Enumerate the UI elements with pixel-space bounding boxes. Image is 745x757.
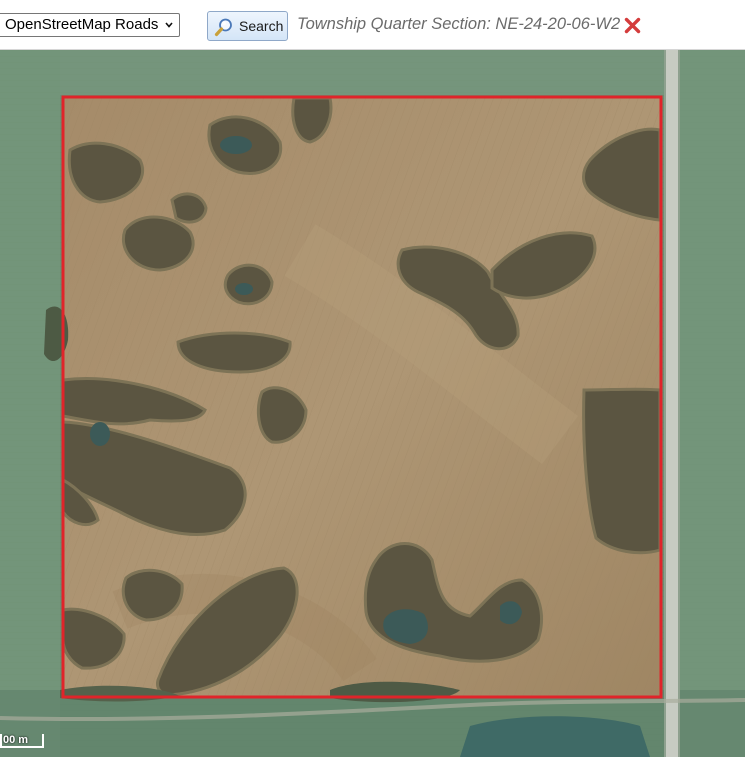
search-query-text: Township Quarter Section: NE-24-20-06-W2: [297, 15, 621, 33]
chevron-down-icon: [165, 22, 173, 28]
basemap-layer-select[interactable]: OpenStreetMap Roads: [0, 13, 180, 37]
search-button-label: Search: [239, 18, 284, 34]
search-button[interactable]: Search: [207, 11, 288, 41]
map-toolbar: OpenStreetMap Roads Search Township Quar…: [0, 0, 745, 50]
map-scale-bar: 00 m: [0, 734, 44, 748]
magnifier-icon: [214, 18, 232, 37]
satellite-map-view[interactable]: 00 m: [0, 50, 745, 757]
close-icon[interactable]: [624, 17, 641, 34]
map-scale-label: 00 m: [3, 734, 29, 746]
quarter-section-boundary: [61, 95, 663, 699]
basemap-layer-select-value: OpenStreetMap Roads: [5, 16, 159, 33]
